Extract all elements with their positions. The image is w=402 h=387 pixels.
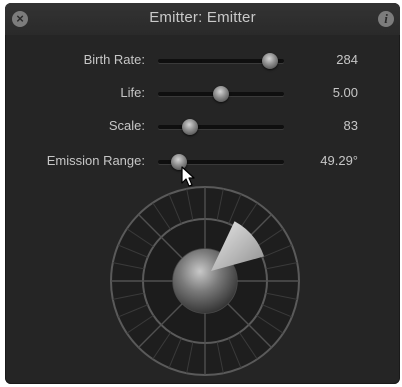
life-slider-thumb[interactable] [213, 86, 229, 102]
emission-range-label: Emission Range: [46, 153, 145, 168]
emission-range-value[interactable]: 49.29° [320, 153, 358, 168]
param-row-scale: Scale: 83 [5, 117, 400, 137]
param-row-birth-rate: Birth Rate: 284 [5, 51, 400, 71]
life-slider[interactable] [158, 86, 284, 102]
scale-slider-thumb[interactable] [181, 119, 198, 135]
life-label: Life: [120, 85, 145, 100]
birth-rate-slider[interactable] [158, 53, 284, 69]
mouse-pointer-icon [181, 166, 195, 187]
emission-range-slider[interactable] [158, 154, 284, 170]
birth-rate-value[interactable]: 284 [336, 52, 358, 67]
emitter-hud: × Emitter: Emitter i Birth Rate: 284 Lif… [5, 3, 400, 384]
scale-value[interactable]: 83 [344, 118, 358, 133]
birth-rate-label: Birth Rate: [83, 52, 145, 67]
title-bar[interactable]: × Emitter: Emitter i [5, 3, 400, 35]
birth-rate-slider-thumb[interactable] [262, 53, 279, 69]
life-value[interactable]: 5.00 [333, 85, 358, 100]
info-icon[interactable]: i [378, 11, 394, 27]
param-row-life: Life: 5.00 [5, 84, 400, 104]
scale-label: Scale: [108, 118, 145, 133]
window-title: Emitter: Emitter [149, 9, 256, 26]
param-row-emission-range: Emission Range: 49.29° [5, 152, 400, 172]
scale-slider[interactable] [158, 119, 284, 135]
emission-range-dial[interactable] [109, 185, 301, 377]
